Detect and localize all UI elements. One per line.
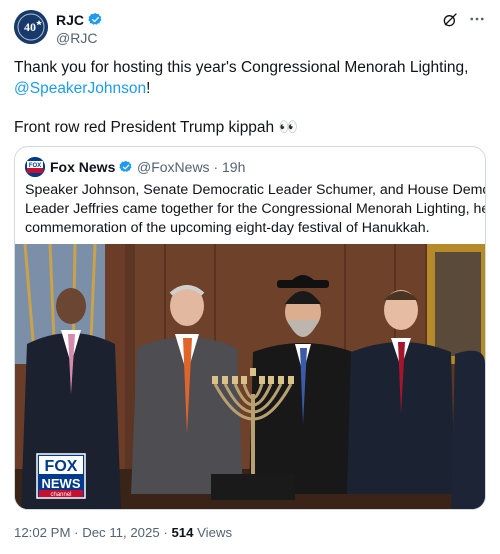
fox-news-avatar-icon: FOX	[25, 157, 45, 177]
fox-logo-top: FOX	[45, 458, 78, 475]
quoted-line: Leader Jeffries came together for the Co…	[25, 201, 486, 217]
quoted-handle[interactable]: @FoxNews	[137, 159, 210, 175]
tweet-header: 40 RJC @RJC	[14, 10, 486, 46]
tweet-line-2: @SpeakerJohnson!	[14, 78, 484, 99]
more-options-icon[interactable]	[468, 10, 486, 28]
quoted-time[interactable]: 19h	[222, 159, 245, 175]
meta-separator: ·	[74, 525, 79, 540]
author-handle[interactable]: @RJC	[56, 30, 97, 46]
tweet-date[interactable]: Dec 11, 2025	[82, 525, 159, 540]
verified-badge-icon	[88, 12, 102, 25]
views-label: Views	[197, 525, 233, 540]
quoted-tweet-text: Speaker Johnson, Senate Democratic Leade…	[25, 181, 486, 238]
tweet-text: Thank you for hosting this year's Congre…	[14, 57, 484, 138]
quoted-handle-time: @FoxNews · 19h	[137, 159, 245, 175]
views-count: 514	[171, 525, 194, 540]
tweet-line-3: Front row red President Trump kippah 👀	[14, 117, 484, 138]
quoted-line: Speaker Johnson, Senate Democratic Leade…	[25, 182, 486, 198]
quoted-media-image[interactable]: FOX NEWS channel	[15, 244, 485, 509]
eyes-emoji: 👀	[278, 119, 298, 136]
fox-logo-sub: channel	[50, 492, 71, 498]
tweet-line-1: Thank you for hosting this year's Congre…	[14, 59, 469, 76]
avatar-text: 40	[24, 20, 36, 34]
fox-logo-bottom: NEWS	[42, 476, 81, 491]
verified-badge-icon	[119, 160, 132, 172]
quoted-separator: ·	[213, 159, 219, 175]
menorah-photo: FOX NEWS channel	[15, 244, 485, 509]
tweet-meta: 12:02 PM · Dec 11, 2025 · 514 Views	[14, 525, 232, 540]
quoted-tweet-header: FOX Fox News @FoxNews · 19h	[25, 157, 475, 177]
author-name[interactable]: RJC	[56, 12, 84, 28]
meta-separator-2: ·	[163, 525, 168, 540]
tweet-line-3-text: Front row red President Trump kippah	[14, 119, 275, 136]
grok-icon[interactable]	[442, 12, 458, 28]
quoted-author-name[interactable]: Fox News	[50, 159, 115, 175]
tweet-time[interactable]: 12:02 PM	[14, 525, 70, 540]
quoted-avatar[interactable]: FOX	[25, 157, 45, 177]
quoted-tweet-card[interactable]: FOX Fox News @FoxNews · 19h Speaker John…	[14, 146, 486, 510]
fox-news-logo: FOX NEWS channel	[36, 453, 86, 499]
rjc-anniversary-logo: 40	[14, 10, 48, 44]
svg-text:FOX: FOX	[29, 163, 41, 169]
avatar[interactable]: 40	[14, 10, 48, 44]
mention-suffix: !	[146, 80, 151, 97]
quoted-line: commemoration of the upcoming eight-day …	[25, 220, 430, 236]
mention-link[interactable]: @SpeakerJohnson	[14, 80, 146, 97]
